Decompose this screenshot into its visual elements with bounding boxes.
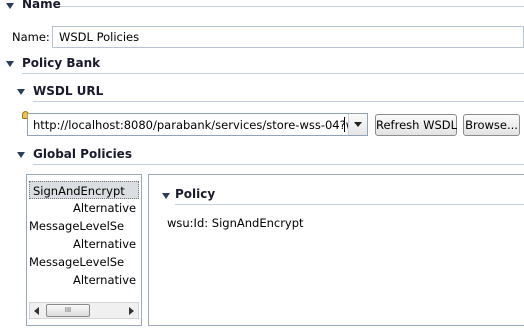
collapse-wsdl-url-icon[interactable]	[17, 89, 25, 95]
scroll-right-arrow-icon[interactable]	[129, 307, 134, 315]
tree-item-label: Alternative 1	[73, 237, 139, 251]
collapse-policy-bank-icon[interactable]	[6, 61, 14, 67]
tree-item-signandencrypt[interactable]: SignAndEncrypt	[29, 181, 139, 199]
scroll-thumb[interactable]: III	[46, 304, 90, 317]
collapse-policy-icon[interactable]	[162, 193, 170, 199]
tree-item-messagelevel[interactable]: MessageLevelSe	[29, 217, 139, 235]
horizontal-scrollbar[interactable]: III	[29, 302, 139, 319]
combo-dropdown-button[interactable]	[348, 114, 367, 135]
wsdl-url-combo[interactable]: http://localhost:8080/parabank/services/…	[27, 113, 368, 136]
policy-bank-divider	[22, 73, 524, 74]
policy-id-text: wsu:Id: SignAndEncrypt	[167, 216, 304, 230]
tree-item-messagelevel[interactable]: MessageLevelSe	[29, 253, 139, 271]
refresh-wsdl-button[interactable]: Refresh WSDL	[375, 114, 457, 136]
policy-tree: SignAndEncrypt Alternative 1 MessageLeve…	[29, 181, 139, 293]
name-section-title: Name	[22, 0, 61, 11]
policy-tree-panel: SignAndEncrypt Alternative 1 MessageLeve…	[26, 174, 142, 326]
collapse-name-icon[interactable]	[6, 3, 14, 9]
name-section-divider	[60, 6, 524, 7]
browse-button[interactable]: Browse...	[463, 114, 520, 136]
name-field[interactable]: WSDL Policies	[52, 26, 524, 48]
name-label: Name:	[12, 30, 50, 44]
tree-item-label: SignAndEncrypt	[33, 184, 125, 198]
chevron-down-icon	[354, 122, 362, 127]
scroll-left-arrow-icon[interactable]	[34, 307, 39, 315]
collapse-global-policies-icon[interactable]	[17, 152, 25, 158]
policy-panel-divider	[175, 204, 524, 205]
policy-detail-panel: Policy wsu:Id: SignAndEncrypt	[148, 174, 524, 326]
text-cursor	[344, 117, 345, 132]
tree-item-label: Alternative 1	[73, 201, 139, 215]
tree-item-label: Alternative 1	[73, 273, 139, 287]
scroll-thumb-grip: III	[64, 306, 72, 314]
policy-panel-title: Policy	[175, 187, 216, 201]
tree-item-alternative[interactable]: Alternative 1	[29, 271, 139, 289]
wsdl-url-divider	[33, 101, 524, 102]
global-policies-divider	[33, 164, 524, 165]
policy-bank-title: Policy Bank	[22, 56, 101, 70]
name-field-value: WSDL Policies	[59, 30, 140, 44]
wsdl-url-title: WSDL URL	[33, 84, 104, 98]
tree-item-label: MessageLevelSe	[29, 219, 125, 233]
wsdl-url-value: http://localhost:8080/parabank/services/…	[33, 118, 368, 132]
tree-item-label: MessageLevelSe	[29, 255, 125, 269]
tree-item-alternative[interactable]: Alternative 1	[29, 199, 139, 217]
tree-item-alternative[interactable]: Alternative 1	[29, 235, 139, 253]
global-policies-title: Global Policies	[33, 147, 132, 161]
